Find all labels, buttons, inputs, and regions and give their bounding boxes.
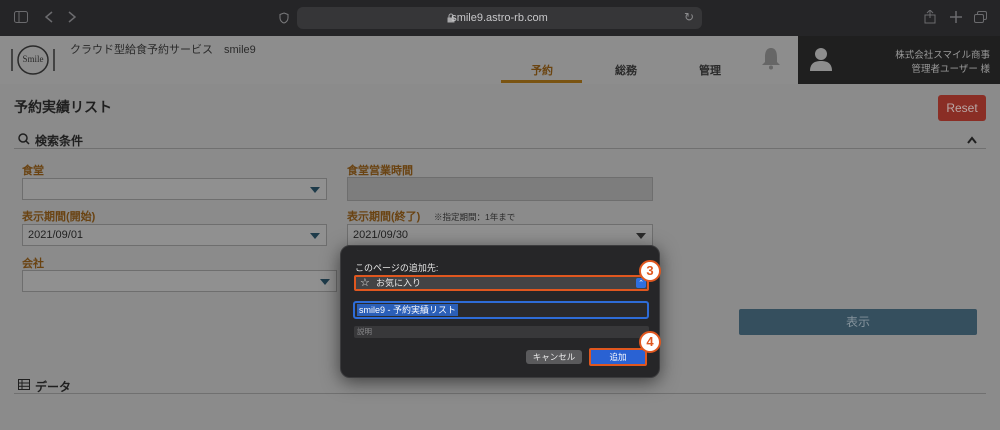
end-period-select[interactable]: 2021/09/30 [347, 224, 653, 246]
step-3-badge: 3 [639, 260, 661, 282]
sidebar-icon[interactable] [14, 11, 28, 23]
user-icon [810, 48, 832, 71]
cafeteria-label: 食堂 [22, 165, 44, 177]
add-button[interactable]: 追加 [589, 348, 647, 366]
bookmark-location-value: お気に入り [376, 278, 422, 288]
company-label: 会社 [22, 258, 44, 270]
bookmark-name-input[interactable]: smile9 - 予約実績リスト [353, 301, 649, 319]
browser-toolbar: smile9.astro-rb.com ↻ [0, 0, 1000, 36]
step-4-badge: 4 [639, 331, 661, 353]
collapse-icon[interactable] [967, 136, 977, 144]
back-icon[interactable] [45, 11, 53, 23]
bookmark-name-value: smile9 - 予約実績リスト [357, 304, 459, 316]
share-icon[interactable] [924, 10, 936, 24]
cancel-button[interactable]: キャンセル [526, 350, 582, 364]
privacy-shield-icon[interactable] [279, 12, 289, 24]
star-icon: ☆ [360, 276, 370, 289]
table-icon [18, 379, 30, 390]
svg-text:Smile: Smile [22, 54, 43, 64]
address-bar[interactable]: smile9.astro-rb.com ↻ [279, 7, 702, 29]
chevron-down-icon [320, 279, 330, 285]
search-section-title: 検索条件 [35, 134, 84, 148]
end-period-label: 表示期間(終了) [347, 211, 421, 223]
start-period-label: 表示期間(開始) [22, 211, 96, 223]
smile-logo[interactable]: Smile [8, 41, 58, 79]
tab-general-affairs[interactable]: 総務 [615, 62, 637, 78]
company-select[interactable] [22, 270, 337, 292]
bookmark-description-input[interactable]: 説明 [354, 326, 649, 338]
reset-button[interactable]: Reset [938, 95, 986, 121]
section-divider [14, 148, 986, 149]
app-title: クラウド型給食予約サービス smile9 [70, 44, 256, 56]
start-period-select[interactable]: 2021/09/01 [22, 224, 327, 246]
url-text: smile9.astro-rb.com [451, 12, 548, 24]
dialog-title: このページの追加先: [355, 263, 439, 273]
add-bookmark-dialog: このページの追加先: ☆ お気に入り ⌃ smile9 - 予約実績リスト 説明… [340, 245, 660, 378]
bell-icon[interactable] [761, 46, 781, 70]
new-tab-icon[interactable] [950, 11, 962, 23]
hours-label: 食堂営業時間 [347, 165, 413, 177]
show-button[interactable]: 表示 [739, 309, 977, 335]
user-company: 株式会社スマイル商事 [895, 50, 990, 61]
chevron-down-icon [310, 187, 320, 193]
user-panel[interactable]: 株式会社スマイル商事 管理者ユーザー 様 [798, 36, 1000, 84]
forward-icon[interactable] [68, 11, 76, 23]
active-tab-indicator [501, 80, 582, 83]
cafeteria-select[interactable] [22, 178, 327, 200]
user-name: 管理者ユーザー 様 [911, 64, 990, 75]
hours-field [347, 177, 653, 201]
end-period-note: ※指定期間：1年まで [434, 212, 516, 222]
bookmark-location-select[interactable]: ☆ お気に入り ⌃ [354, 275, 649, 291]
chevron-down-icon [636, 233, 646, 239]
reload-icon[interactable]: ↻ [684, 10, 694, 24]
tab-management[interactable]: 管理 [699, 62, 721, 78]
search-icon [18, 133, 30, 145]
app-header: Smile クラウド型給食予約サービス smile9 予約 総務 管理 株式会社… [0, 36, 1000, 84]
description-placeholder: 説明 [357, 327, 372, 336]
section-divider [14, 393, 986, 394]
page-title: 予約実績リスト [14, 99, 112, 115]
tabs-overview-icon[interactable] [974, 11, 987, 23]
chevron-down-icon [310, 233, 320, 239]
tab-reservation[interactable]: 予約 [531, 62, 553, 78]
